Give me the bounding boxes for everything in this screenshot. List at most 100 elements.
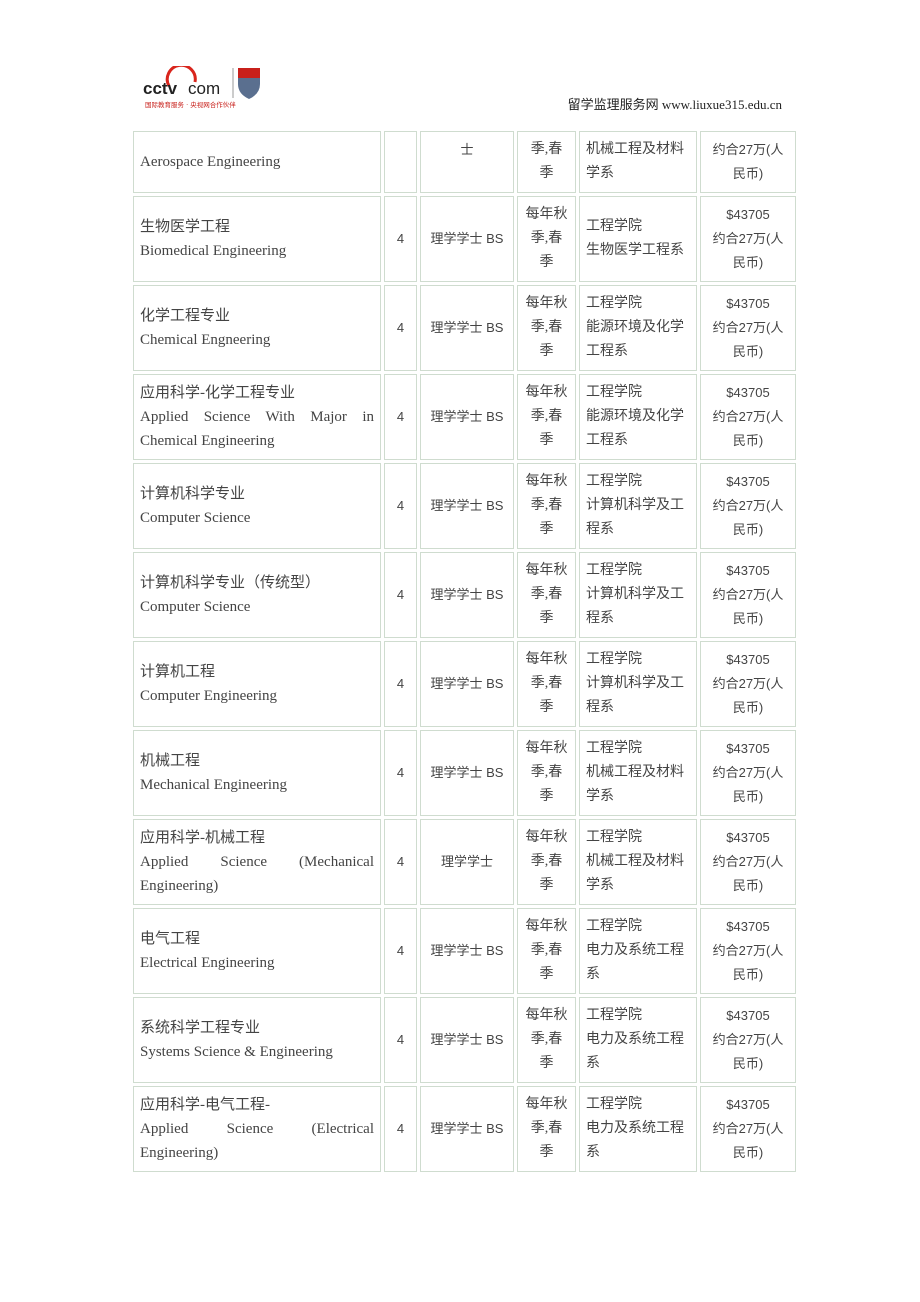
program-name-cell: 电气工程 Electrical Engineering: [133, 908, 381, 994]
degree-cell: 理学学士 BS: [420, 285, 514, 371]
program-name-cn: 系统科学工程专业: [140, 1020, 261, 1036]
department: 机械工程及材料学系: [586, 765, 684, 804]
program-name-cn: 应用科学-化学工程专业: [140, 385, 295, 401]
tuition-usd: $43705: [726, 741, 770, 756]
degree-cell: 理学学士 BS: [420, 374, 514, 460]
table-row: 应用科学-化学工程专业 Applied Science With Major in…: [133, 374, 796, 460]
college: 工程学院: [586, 741, 642, 756]
program-name-cn: 计算机科学专业（传统型）: [140, 575, 321, 591]
college: 工程学院: [586, 563, 642, 578]
tuition-usd: $43705: [726, 385, 770, 400]
years-cell: 4: [384, 285, 417, 371]
term-cell: 每年秋季,春季: [517, 730, 576, 816]
cctv-logo: cctv com 国际教育服务 · 央视网合作伙伴: [143, 66, 260, 109]
tuition-cny: 约合27万(人民币): [712, 676, 784, 715]
term-cell: 每年秋季,春季: [517, 641, 576, 727]
years-cell: 4: [384, 374, 417, 460]
tuition-usd: $43705: [726, 919, 770, 934]
program-name-cn: 计算机科学专业: [140, 486, 246, 502]
table-row: 生物医学工程 Biomedical Engineering 4 理学学士 BS 每年秋季…: [133, 196, 796, 282]
tuition-cny: 约合27万(人民币): [712, 1121, 784, 1160]
college: 工程学院: [586, 296, 642, 311]
department: 电力及系统工程系: [586, 1121, 684, 1160]
term-cell: 每年秋季,春季: [517, 908, 576, 994]
term-cell: 每年秋季,春季: [517, 1086, 576, 1172]
degree-cell: 理学学士 BS: [420, 196, 514, 282]
table-row: 应用科学-机械工程 Applied Science (Mechanical Eng…: [133, 819, 796, 905]
tuition-cny: 约合27万(人民币): [712, 1032, 784, 1071]
degree-cell: 理学学士 BS: [420, 463, 514, 549]
tuition-cell: $43705 约合27万(人民币): [700, 196, 796, 282]
college: 工程学院: [586, 1008, 642, 1023]
term-cell: 每年秋季,春季: [517, 285, 576, 371]
department: 电力及系统工程系: [586, 943, 684, 982]
department-cell: 工程学院机械工程及材料学系: [579, 730, 697, 816]
tuition-cell: $43705 约合27万(人民币): [700, 552, 796, 638]
department: 机械工程及材料学系: [586, 142, 684, 181]
svg-text:cctv: cctv: [143, 79, 178, 98]
college: 工程学院: [586, 219, 642, 234]
years-cell: 4: [384, 463, 417, 549]
degree-cell: 理学学士 BS: [420, 641, 514, 727]
years-cell: 4: [384, 997, 417, 1083]
tuition-cny: 约合27万(人民币): [712, 854, 784, 893]
term-cell: 每年秋季,春季: [517, 196, 576, 282]
department: 能源环境及化学工程系: [586, 320, 684, 359]
tuition-cell: $43705 约合27万(人民币): [700, 730, 796, 816]
table-row: 计算机科学专业（传统型） Computer Science 4 理学学士 BS 每年秋季…: [133, 552, 796, 638]
department-cell: 工程学院电力及系统工程系: [579, 997, 697, 1083]
program-name-en: Mechanical Engineering: [140, 777, 288, 793]
department-cell: 工程学院 生物医学工程系: [579, 196, 697, 282]
program-name-cn: 电气工程: [140, 931, 201, 947]
program-name-en: Electrical Engineering: [140, 955, 275, 971]
tuition-cell: $43705 约合27万(人民币): [700, 374, 796, 460]
degree-cell: 理学学士 BS: [420, 997, 514, 1083]
table-row: Aerospace Engineering 士季,春 季机械工程及材料学系 约合27…: [133, 131, 796, 193]
program-name-cell: 系统科学工程专业 Systems Science & Engineering: [133, 997, 381, 1083]
term-cell: 每年秋季,春季: [517, 552, 576, 638]
tuition-cny: 约合27万(人民币): [712, 498, 784, 537]
term-cell: 每年秋季,春季: [517, 463, 576, 549]
tuition-usd: $43705: [726, 830, 770, 845]
department: 计算机科学及工程系: [586, 498, 684, 537]
department: 计算机科学及工程系: [586, 676, 684, 715]
department-cell: 工程学院计算机科学及工程系: [579, 463, 697, 549]
college: 工程学院: [586, 474, 642, 489]
tuition-cell: 约合27万(人民币): [700, 131, 796, 193]
program-name-en: Chemical Engneering: [140, 332, 271, 348]
tuition-usd: $43705: [726, 652, 770, 667]
tuition-cny: 约合27万(人民币): [712, 409, 784, 448]
tuition-cell: $43705 约合27万(人民币): [700, 997, 796, 1083]
tuition-cell: $43705 约合27万(人民币): [700, 1086, 796, 1172]
program-name-en: Computer Engineering: [140, 688, 278, 704]
svg-text:国际教育服务 · 央视网合作伙伴: 国际教育服务 · 央视网合作伙伴: [145, 100, 236, 109]
college: 工程学院: [586, 830, 642, 845]
department-cell: 工程学院 机械工程及材料学系: [579, 819, 697, 905]
svg-text:com: com: [188, 79, 220, 98]
tuition-cny: 约合27万(人民币): [712, 142, 784, 181]
tuition-cny: 约合27万(人民币): [712, 943, 784, 982]
college: 工程学院: [586, 1097, 642, 1112]
degree-cell: 士: [420, 131, 514, 193]
program-name-cn: 生物医学工程: [140, 219, 231, 235]
tuition-usd: $43705: [726, 1097, 770, 1112]
degree-cell: 理学学士 BS: [420, 552, 514, 638]
table-row: 计算机工程 Computer Engineering 4 理学学士 BS 每年秋季,春季…: [133, 641, 796, 727]
program-name-cell: 机械工程 Mechanical Engineering: [133, 730, 381, 816]
program-name-en: Applied Science With Major in Chemical E…: [140, 409, 374, 449]
tuition-cell: $43705 约合27万(人民币): [700, 285, 796, 371]
program-name-cell: 应用科学-化学工程专业 Applied Science With Major in…: [133, 374, 381, 460]
table-row: 化学工程专业 Chemical Engneering 4 理学学士 BS 每年秋季,春季…: [133, 285, 796, 371]
term-cell: 每年秋季,春季: [517, 997, 576, 1083]
program-name-cell: 计算机科学专业 Computer Science: [133, 463, 381, 549]
program-name-en: Aerospace Engineering: [140, 154, 281, 170]
program-name-cell: Aerospace Engineering: [133, 131, 381, 193]
tuition-usd: $43705: [726, 563, 770, 578]
department: 计算机科学及工程系: [586, 587, 684, 626]
tuition-cell: $43705 约合27万(人民币): [700, 463, 796, 549]
department: 电力及系统工程系: [586, 1032, 684, 1071]
years-cell: [384, 131, 417, 193]
department-cell: 工程学院 电力及系统工程系: [579, 908, 697, 994]
program-name-cell: 计算机工程 Computer Engineering: [133, 641, 381, 727]
table-row: 系统科学工程专业 Systems Science & Engineering 4 理学…: [133, 997, 796, 1083]
